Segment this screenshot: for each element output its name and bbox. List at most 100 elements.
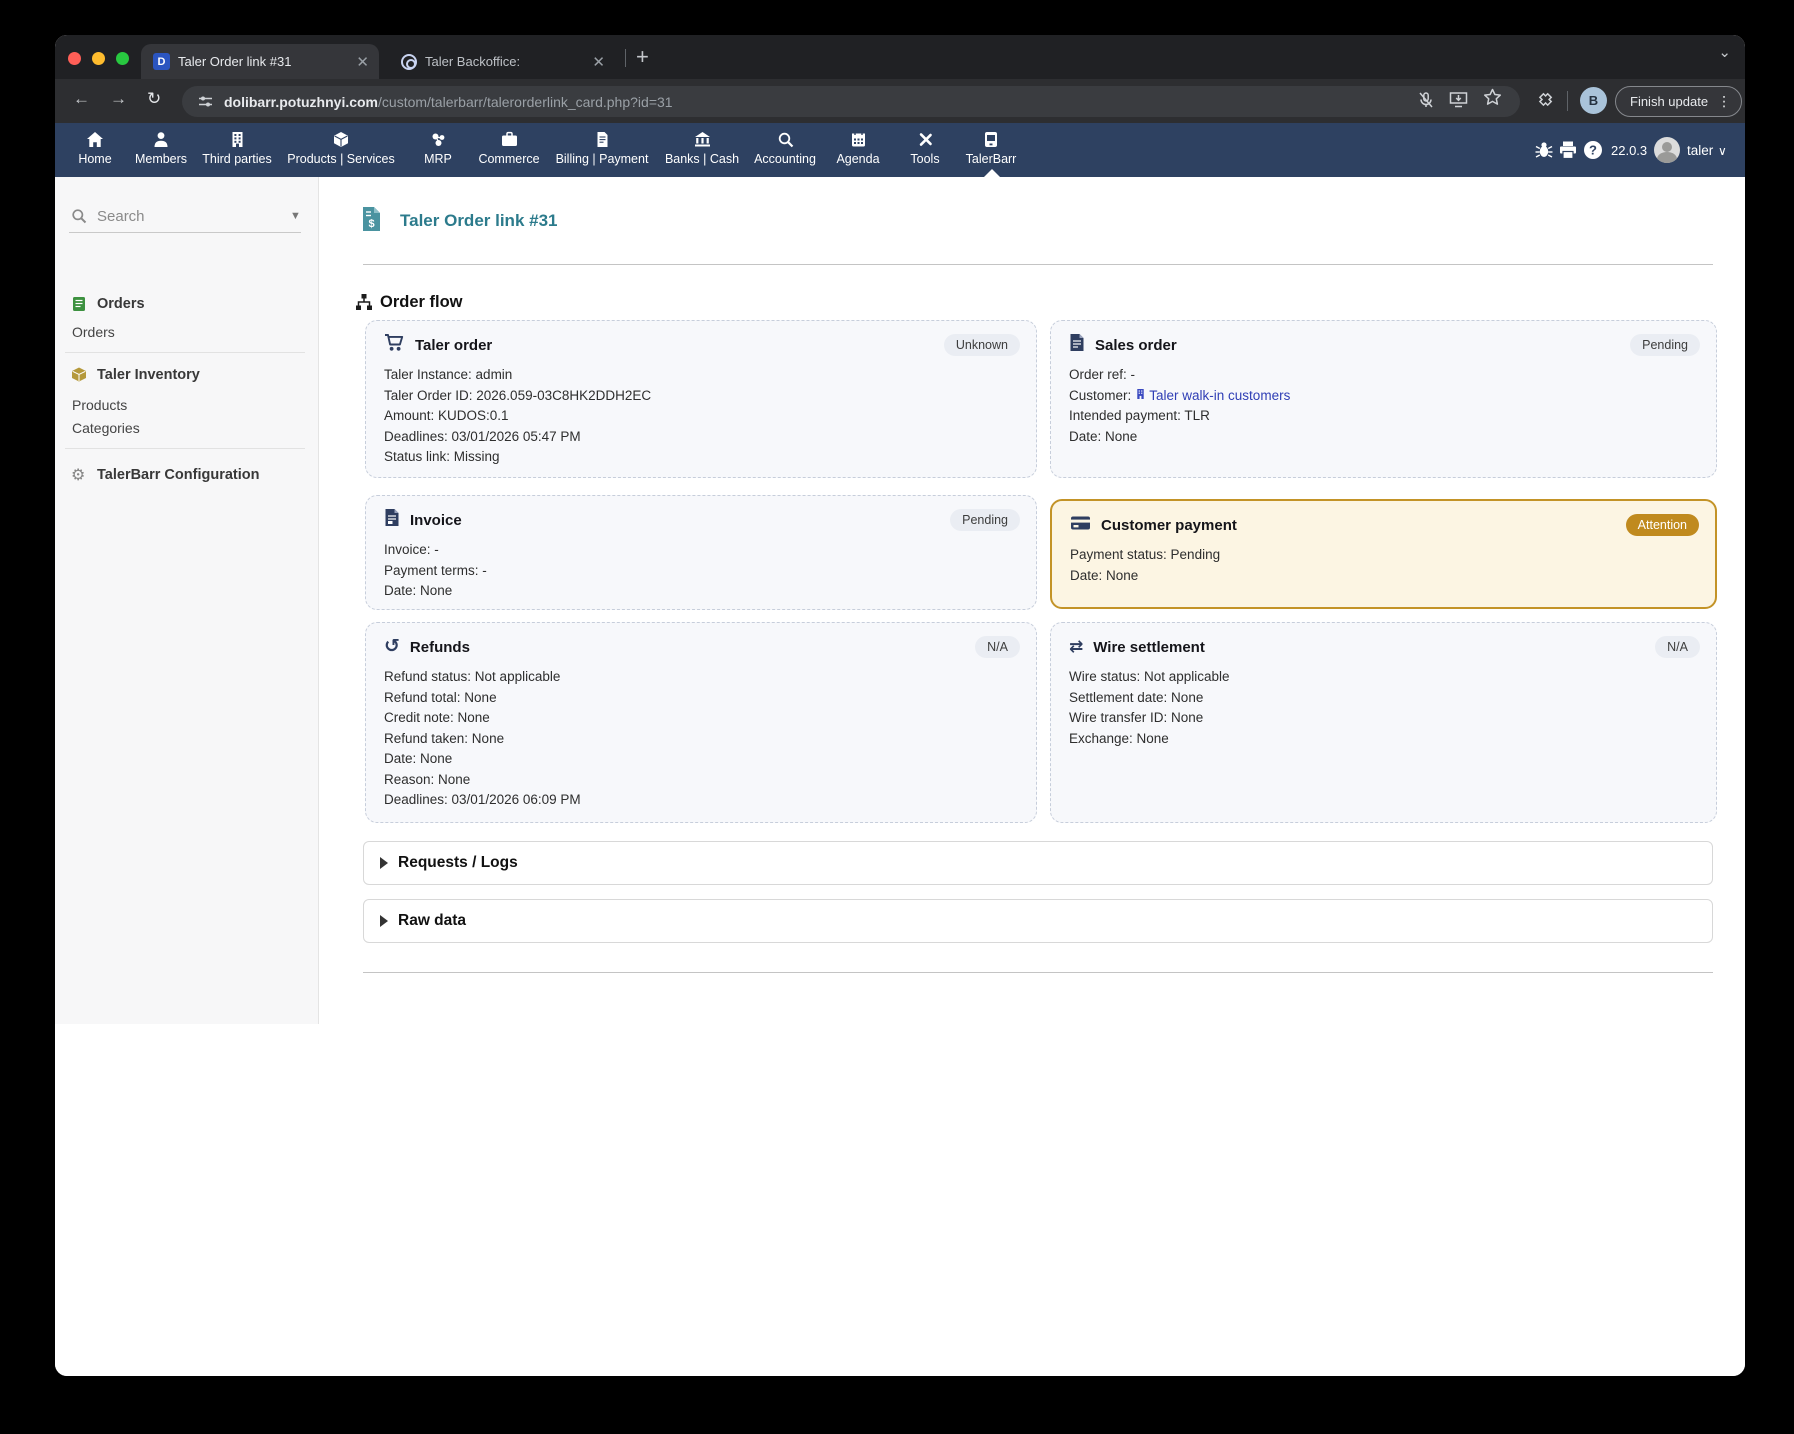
svg-text:?: ? xyxy=(1589,143,1597,158)
reload-button[interactable]: ↻ xyxy=(147,89,161,109)
status-badge: Unknown xyxy=(943,334,1020,356)
site-settings-icon[interactable] xyxy=(198,94,213,109)
company-icon xyxy=(1135,388,1146,403)
raw-data-section[interactable]: Raw data xyxy=(363,899,1713,943)
tab-search-chevron-icon[interactable]: ⌄ xyxy=(1718,43,1731,61)
back-button[interactable]: ← xyxy=(73,89,90,109)
new-tab-button[interactable]: + xyxy=(636,44,649,70)
card-field: Credit note: None xyxy=(384,710,490,725)
product-box-icon xyxy=(286,129,396,149)
address-bar[interactable]: dolibarr.potuzhnyi.com/custom/talerbarr/… xyxy=(182,86,1520,117)
menu-products-services[interactable]: Products | Services xyxy=(286,129,396,166)
profile-avatar[interactable]: B xyxy=(1580,87,1607,114)
sidebar-heading-talerbarr-configuration[interactable]: TalerBarr Configuration xyxy=(97,467,259,483)
user-name-label[interactable]: taler xyxy=(1687,143,1713,158)
menu-talerbarr[interactable]: TalerBarr xyxy=(936,129,1046,166)
mic-blocked-icon[interactable] xyxy=(1417,91,1435,114)
card-taler-order: Taler order Unknown Taler Instance: admi… xyxy=(365,320,1037,478)
minimize-window-button[interactable] xyxy=(92,52,105,65)
card-title: Invoice xyxy=(410,511,462,529)
user-avatar[interactable] xyxy=(1654,137,1680,163)
print-icon[interactable] xyxy=(1558,140,1578,165)
order-flow-heading: Order flow xyxy=(380,293,463,311)
user-chevron-down-icon[interactable]: ∨ xyxy=(1718,144,1727,158)
credit-card-icon xyxy=(1070,515,1091,536)
version-label: 22.0.3 xyxy=(1611,143,1648,158)
customer-link[interactable]: Taler walk-in customers xyxy=(1149,388,1290,403)
tab-title: Taler Order link #31 xyxy=(178,54,292,69)
forward-button[interactable]: → xyxy=(110,89,127,109)
menu-billing-payment[interactable]: Billing | Payment xyxy=(547,129,657,166)
extensions-icon[interactable] xyxy=(1535,91,1554,115)
tab-taler-backoffice[interactable]: Taler Backoffice: ✕ xyxy=(389,44,615,79)
card-field: Wire transfer ID: None xyxy=(1069,710,1204,725)
gold-box-icon xyxy=(71,367,87,387)
card-field: Payment terms: - xyxy=(384,562,487,578)
card-field: Customer: Taler walk-in customers xyxy=(1069,387,1291,403)
finish-update-label: Finish update xyxy=(1630,94,1709,109)
gear-icon: ⚙ xyxy=(71,467,86,484)
card-sales-order: Sales order Pending Order ref: - Customer… xyxy=(1050,320,1717,478)
card-field: Exchange: None xyxy=(1069,730,1169,746)
left-sidebar: Search ▼ Orders Orders Taler Inventory P… xyxy=(55,177,319,1024)
card-field: Deadlines: 03/01/2026 06:09 PM xyxy=(384,792,581,807)
attention-badge: Attention xyxy=(1625,514,1699,536)
finish-update-button[interactable]: Finish update ⋮ xyxy=(1615,86,1743,117)
maximize-window-button[interactable] xyxy=(116,52,129,65)
sidebar-item-products[interactable]: Products xyxy=(72,397,127,413)
card-field: Deadlines: 03/01/2026 05:47 PM xyxy=(384,428,581,444)
card-refunds: ↺ Refunds N/A Refund status: Not applica… xyxy=(365,622,1037,823)
bug-report-icon[interactable] xyxy=(1534,140,1554,165)
card-wire-settlement: ⇄ Wire settlement N/A Wire status: Not a… xyxy=(1050,622,1717,823)
bottom-divider xyxy=(363,972,1713,973)
taler-favicon-icon xyxy=(401,53,417,70)
sidebar-heading-orders[interactable]: Orders xyxy=(97,296,145,312)
install-app-icon[interactable] xyxy=(1449,91,1468,113)
search-input[interactable]: Search xyxy=(97,208,145,225)
requests-logs-section[interactable]: Requests / Logs xyxy=(363,841,1713,885)
url-text: dolibarr.potuzhnyi.com/custom/talerbarr/… xyxy=(224,93,673,110)
card-field: Amount: KUDOS:0.1 xyxy=(384,408,509,423)
card-field: Order ref: - xyxy=(1069,367,1136,382)
svg-text:$: $ xyxy=(368,218,374,230)
order-flow-icon xyxy=(355,293,373,316)
card-field: Date: None xyxy=(1069,428,1138,444)
status-badge: N/A xyxy=(975,636,1020,658)
cart-icon xyxy=(384,333,405,357)
browser-toolbar: ← → ↻ dolibarr.potuzhnyi.com/custom/tale… xyxy=(55,79,1745,123)
tab-taler-order-link[interactable]: D Taler Order link #31 ✕ xyxy=(141,44,379,79)
toolbar-separator xyxy=(1567,91,1568,111)
search-dropdown-caret-icon[interactable]: ▼ xyxy=(290,210,301,222)
close-tab-icon[interactable]: ✕ xyxy=(592,53,605,71)
card-invoice: Invoice Pending Invoice: - Payment terms:… xyxy=(365,495,1037,610)
raw-data-label: Raw data xyxy=(398,912,467,929)
card-field: Reason: None xyxy=(384,771,471,787)
card-field: Settlement date: None xyxy=(1069,689,1204,705)
sidebar-divider xyxy=(65,448,305,449)
title-divider xyxy=(363,264,1713,265)
menu-third-parties[interactable]: Third parties xyxy=(182,129,292,166)
close-tab-icon[interactable]: ✕ xyxy=(356,53,369,71)
help-icon[interactable]: ? xyxy=(1583,140,1603,165)
browser-window: D Taler Order link #31 ✕ Taler Backoffic… xyxy=(55,35,1745,1376)
sidebar-item-categories[interactable]: Categories xyxy=(72,420,140,436)
card-field: Date: None xyxy=(1070,567,1139,583)
bookmark-star-icon[interactable] xyxy=(1483,88,1502,112)
card-field: Payment status: Pending xyxy=(1070,547,1221,562)
chrome-menu-icon[interactable]: ⋮ xyxy=(1717,93,1731,110)
close-window-button[interactable] xyxy=(68,52,81,65)
card-field: Date: None xyxy=(384,583,453,598)
sidebar-heading-taler-inventory[interactable]: Taler Inventory xyxy=(97,367,200,383)
expand-triangle-icon[interactable] xyxy=(380,915,388,927)
sidebar-divider xyxy=(65,352,305,353)
page-title: Taler Order link #31 xyxy=(400,211,558,230)
sidebar-item-orders[interactable]: Orders xyxy=(72,324,115,340)
expand-triangle-icon[interactable] xyxy=(380,857,388,869)
undo-icon: ↺ xyxy=(384,636,400,657)
card-customer-payment: Customer payment Attention Payment statu… xyxy=(1050,499,1717,609)
card-field: Refund taken: None xyxy=(384,730,505,746)
card-field: Taler Instance: admin xyxy=(384,367,513,382)
card-field: Date: None xyxy=(384,751,453,766)
requests-logs-label: Requests / Logs xyxy=(398,854,518,871)
dolibarr-top-menu: Home Members Third parties Products | Se… xyxy=(55,123,1745,177)
